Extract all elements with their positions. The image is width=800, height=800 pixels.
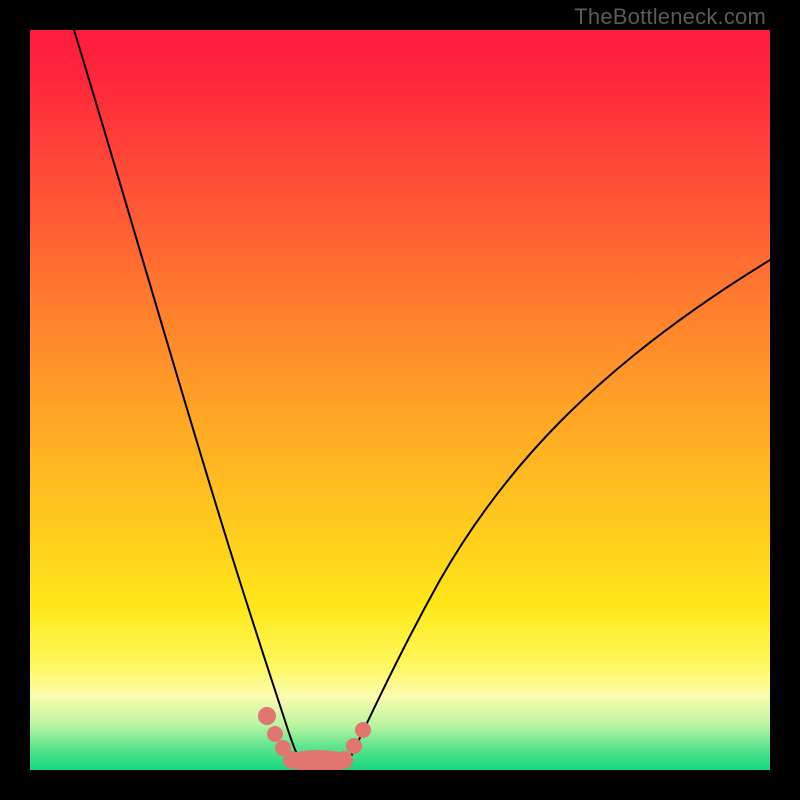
- marker-dot: [355, 722, 371, 738]
- watermark-text: TheBottleneck.com: [574, 4, 766, 30]
- curves-svg: [30, 30, 770, 770]
- marker-dot: [335, 751, 353, 769]
- marker-dot: [283, 751, 301, 769]
- chart-frame: TheBottleneck.com: [0, 0, 800, 800]
- plot-area: [30, 30, 770, 770]
- marker-dot: [346, 738, 362, 754]
- marker-dot: [258, 707, 276, 725]
- marker-dot: [267, 726, 283, 742]
- left-curve: [74, 30, 302, 765]
- right-curve: [346, 260, 770, 766]
